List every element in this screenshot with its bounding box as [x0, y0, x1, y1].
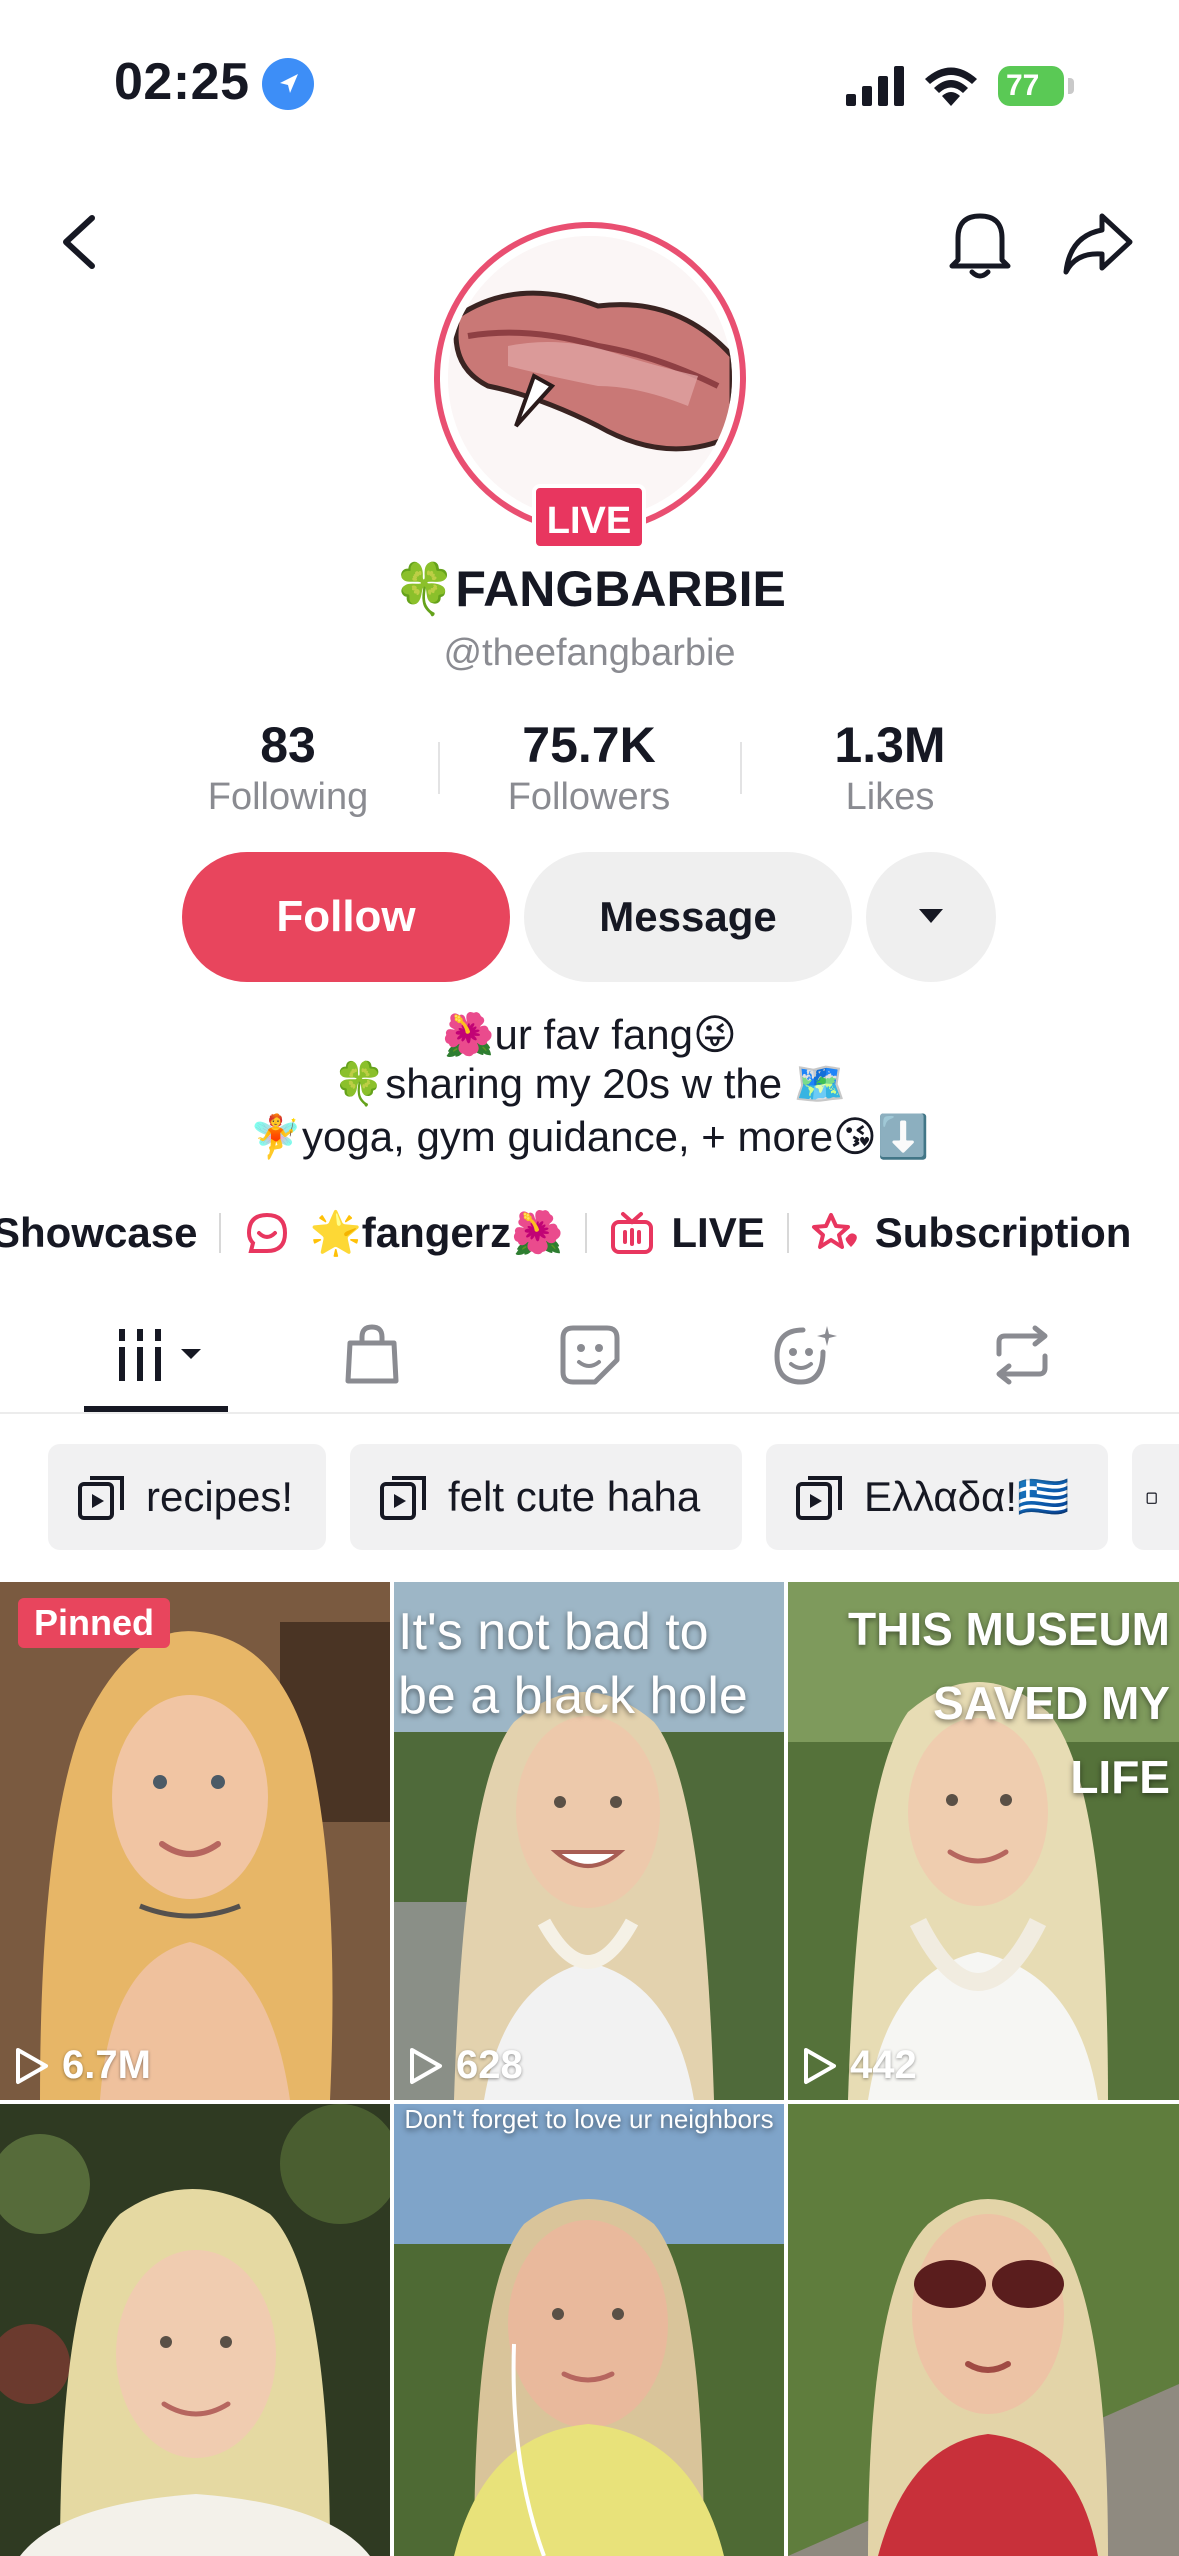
- view-count-value: 628: [456, 2043, 523, 2087]
- video-preview-image: [0, 1582, 390, 2100]
- stat-following[interactable]: 83 Following: [158, 716, 418, 819]
- share-arrow-icon: [1063, 213, 1133, 275]
- view-count: 442: [802, 2043, 917, 2088]
- tab-shop[interactable]: [312, 1310, 432, 1400]
- bio-line: 🌺ur fav fang😜: [442, 1011, 737, 1058]
- link-showcase[interactable]: Showcase: [0, 1209, 197, 1257]
- playlist-label: Ελλαδα!🇬🇷: [864, 1472, 1070, 1520]
- video-thumbnail[interactable]: [0, 2104, 390, 2556]
- video-thumbnail[interactable]: Don't forget to love ur neighbors: [394, 2104, 784, 2556]
- username-handle: @theefangbarbie: [443, 632, 736, 674]
- view-count-value: 6.7M: [62, 2043, 151, 2087]
- play-icon: [16, 2047, 48, 2084]
- stat-value: 75.7K: [522, 717, 656, 773]
- tab-reposts[interactable]: [962, 1310, 1082, 1400]
- link-subscription[interactable]: Subscription: [811, 1209, 1132, 1257]
- sticker-icon: [560, 1325, 620, 1385]
- caret-down-icon: [919, 908, 943, 923]
- stat-followers[interactable]: 75.7K Followers: [459, 716, 719, 819]
- tab-favorites[interactable]: [746, 1310, 866, 1400]
- status-time: 02:25: [114, 53, 250, 111]
- link-group-chat[interactable]: 🌟fangerz🌺: [243, 1209, 563, 1258]
- playlist-chip[interactable]: felt cute haha: [350, 1444, 742, 1550]
- play-icon: [804, 2047, 836, 2084]
- shop-bag-icon: [345, 1324, 399, 1384]
- cellular-signal-icon: [846, 66, 906, 106]
- playlist-icon: [380, 1476, 426, 1520]
- chat-bubble-icon: [247, 1212, 288, 1253]
- pinned-badge: Pinned: [18, 1598, 171, 1648]
- link-divider: [786, 1213, 789, 1253]
- link-label: Subscription: [874, 1209, 1132, 1256]
- bio-line: 🧚yoga, gym guidance, + more😘⬇️: [249, 1113, 930, 1160]
- video-thumbnail[interactable]: Pinned 6.7M: [0, 1582, 390, 2100]
- bell-icon: [949, 213, 1011, 279]
- stat-value: 1.3M: [834, 717, 946, 773]
- notification-bell-button[interactable]: [944, 204, 1016, 287]
- playlist-chip[interactable]: recipes!: [48, 1444, 326, 1550]
- star-heart-icon: [811, 1213, 857, 1249]
- share-button[interactable]: [1060, 208, 1136, 283]
- view-count: 6.7M: [14, 2043, 151, 2088]
- profile-links-row: Showcase 🌟fangerz🌺 LIVE Subscription: [0, 1198, 1131, 1268]
- link-live[interactable]: LIVE: [609, 1209, 765, 1257]
- video-caption-overlay: It's not bad to be a black hole: [398, 1603, 748, 1725]
- bio-line: 🍀sharing my 20s w the 🗺️: [332, 1060, 847, 1107]
- playlist-chip[interactable]: Ελλαδα!🇬🇷: [766, 1444, 1108, 1550]
- playlist-icon: [78, 1476, 124, 1520]
- battery-level: 77: [998, 66, 1064, 106]
- playlist-icon: [796, 1476, 842, 1520]
- video-preview-image: [394, 2104, 784, 2556]
- stat-divider: [438, 742, 440, 794]
- playlist-icon: [1146, 1492, 1157, 1504]
- view-count-value: 442: [850, 2043, 917, 2087]
- link-label: 🌟fangerz🌺: [309, 1208, 564, 1256]
- video-thumbnail[interactable]: It's not bad to be a black hole 628: [394, 1582, 784, 2100]
- video-caption-overlay: THIS MUSEUM SAVED MY LIFE: [848, 1603, 1170, 1803]
- video-caption-overlay: Don't forget to love ur neighbors: [404, 2104, 774, 2134]
- location-arrow-icon: [262, 58, 314, 110]
- link-divider: [585, 1213, 588, 1253]
- view-count: 628: [408, 2043, 523, 2088]
- suggested-accounts-button[interactable]: [866, 852, 996, 982]
- playlist-chip-partial[interactable]: [1132, 1444, 1179, 1550]
- video-preview-image: [0, 2104, 390, 2556]
- battery-tip: [1068, 78, 1074, 94]
- link-divider: [219, 1213, 222, 1253]
- tab-videos[interactable]: [96, 1310, 216, 1400]
- wifi-icon: [922, 62, 980, 106]
- video-thumbnail[interactable]: THIS MUSEUM SAVED MY LIFE 442: [788, 1582, 1179, 2100]
- live-badge[interactable]: LIVE: [532, 484, 646, 550]
- tab-stickers[interactable]: [530, 1310, 650, 1400]
- follow-button[interactable]: Follow: [182, 852, 510, 982]
- back-button[interactable]: [54, 210, 104, 277]
- playlist-label: recipes!: [146, 1473, 294, 1520]
- display-name: 🍀FANGBARBIE: [393, 561, 786, 617]
- repost-icon: [996, 1325, 1048, 1385]
- link-label: LIVE: [671, 1209, 765, 1256]
- stat-label: Likes: [845, 776, 935, 818]
- videos-grid-icon: [119, 1329, 201, 1381]
- stat-value: 83: [260, 717, 316, 773]
- video-preview-image: [788, 2104, 1179, 2556]
- play-icon: [410, 2047, 442, 2084]
- stat-label: Followers: [507, 776, 671, 818]
- playlist-label: felt cute haha: [448, 1473, 701, 1520]
- video-thumbnail[interactable]: [788, 2104, 1179, 2556]
- stat-likes[interactable]: 1.3M Likes: [760, 716, 1020, 819]
- stat-divider: [740, 742, 742, 794]
- message-button[interactable]: Message: [524, 852, 852, 982]
- tabs-divider: [0, 1412, 1179, 1414]
- stat-label: Following: [207, 776, 369, 818]
- avatar[interactable]: [448, 236, 732, 520]
- favorites-face-icon: [774, 1326, 837, 1385]
- tv-icon: [611, 1212, 654, 1254]
